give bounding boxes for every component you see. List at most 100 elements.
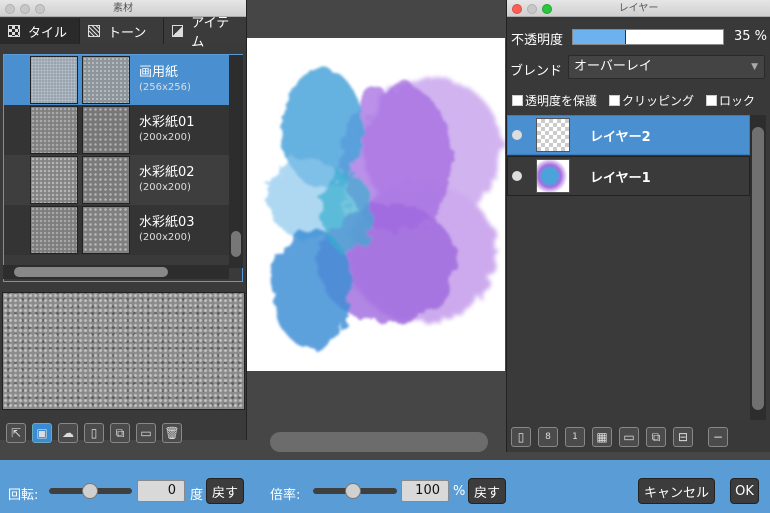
material-horizontal-scroll-thumb[interactable] <box>14 267 168 277</box>
opacity-value: 35 % <box>734 29 768 44</box>
protect-alpha-checkbox[interactable]: 透明度を保護 <box>512 92 597 109</box>
material-size: (200x200) <box>139 132 191 143</box>
rotation-input[interactable]: 0 <box>137 480 185 502</box>
new-layer-icon[interactable]: ▯ <box>511 427 531 447</box>
ok-button[interactable]: OK <box>730 478 759 504</box>
list-item[interactable]: 水彩紙01 (200x200) <box>4 105 242 155</box>
material-preview-thumbnail <box>82 156 130 204</box>
material-toolbar: ⇱ ▣ ☁ ▯ ⧉ ▭ 🗑 <box>0 418 247 448</box>
visibility-icon[interactable] <box>512 171 522 181</box>
blend-label: ブレンド <box>510 64 563 79</box>
cloud-upload-icon[interactable]: ☁ <box>58 423 78 443</box>
tone-icon <box>88 25 100 37</box>
material-preview-thumbnail <box>82 56 130 104</box>
close-icon[interactable] <box>5 4 15 14</box>
layer-options: 透明度を保護 クリッピング ロック <box>506 90 770 110</box>
layer-name: レイヤー2 <box>590 129 651 145</box>
material-thumbnail <box>30 206 78 254</box>
material-size: (256x256) <box>139 82 191 93</box>
tab-item[interactable]: アイテム <box>164 16 247 50</box>
transform-bar: 回転: 0 度 戻す 倍率: 100 % 戻す キャンセル OK <box>0 460 770 513</box>
material-name: 水彩紙03 <box>139 215 195 230</box>
tab-tone-label: トーン <box>108 25 147 41</box>
material-name: 水彩紙02 <box>139 165 195 180</box>
layer-thumbnail <box>536 159 570 193</box>
opacity-row: 不透明度 35 % <box>506 26 770 48</box>
material-tabs: タイル トーン アイテム <box>0 16 247 50</box>
material-thumbnail <box>30 56 78 104</box>
chevron-down-icon: ▼ <box>751 62 758 72</box>
layer-toolbar: ▯ 8 1 ▦ ▭ ⧉ ⊟ − <box>507 424 770 450</box>
layer-row[interactable]: レイヤー2 <box>507 115 750 155</box>
lock-label: ロック <box>719 93 756 108</box>
clipping-checkbox[interactable]: クリッピング <box>609 92 694 109</box>
material-vertical-scroll-thumb[interactable] <box>231 231 241 257</box>
layer-titlebar: レイヤー <box>507 0 770 17</box>
scale-input[interactable]: 100 <box>401 480 449 502</box>
zoom-icon[interactable] <box>542 4 552 14</box>
scale-label: 倍率: <box>270 488 301 503</box>
merge-layer-icon[interactable]: ⊟ <box>673 427 693 447</box>
blend-row: ブレンド オーバーレイ ▼ <box>506 54 770 80</box>
visibility-icon[interactable] <box>512 130 522 140</box>
layer-thumbnail <box>536 118 570 152</box>
list-item[interactable]: 水彩紙02 (200x200) <box>4 155 242 205</box>
layer-folder-icon[interactable]: ▭ <box>619 427 639 447</box>
new-1bit-layer-icon[interactable]: 1 <box>565 427 585 447</box>
layer-list: レイヤー2 レイヤー1 <box>507 115 750 420</box>
scale-slider-knob[interactable] <box>345 483 361 499</box>
minimize-icon[interactable] <box>20 4 30 14</box>
clipping-label: クリッピング <box>622 93 695 108</box>
new-file-icon[interactable]: ▯ <box>84 423 104 443</box>
zoom-icon[interactable] <box>35 4 45 14</box>
material-title: 素材 <box>113 3 133 14</box>
rotation-reset-button[interactable]: 戻す <box>206 478 244 504</box>
list-item[interactable]: 水彩紙03 (200x200) <box>4 205 242 255</box>
blend-value: オーバーレイ <box>574 59 652 74</box>
trash-icon[interactable]: 🗑 <box>162 423 182 443</box>
drawing-canvas[interactable] <box>247 38 505 371</box>
delete-layer-icon[interactable]: − <box>708 427 728 447</box>
cancel-button[interactable]: キャンセル <box>638 478 715 504</box>
tab-tone[interactable]: トーン <box>80 18 164 44</box>
canvas-horizontal-scrollbar[interactable] <box>270 432 488 452</box>
material-thumbnail <box>30 156 78 204</box>
material-preview-thumbnail <box>82 106 130 154</box>
tab-item-label: アイテム <box>191 16 230 50</box>
layer-vertical-scroll-thumb[interactable] <box>752 127 764 410</box>
tone-layer-icon[interactable]: ▦ <box>592 427 612 447</box>
material-size: (200x200) <box>139 232 191 243</box>
material-name: 水彩紙01 <box>139 115 195 130</box>
list-item[interactable]: 画用紙 (256x256) <box>4 55 242 105</box>
material-preview-thumbnail <box>82 206 130 254</box>
rotation-label: 回転: <box>8 488 39 503</box>
item-icon <box>172 25 184 37</box>
scale-reset-button[interactable]: 戻す <box>468 478 506 504</box>
material-list: 画用紙 (256x256) 水彩紙01 (200x200) 水彩紙02 (200x20… <box>3 54 243 282</box>
lock-checkbox[interactable]: ロック <box>706 92 755 109</box>
blend-select[interactable]: オーバーレイ ▼ <box>568 55 765 79</box>
material-name: 画用紙 <box>139 65 179 80</box>
import-icon[interactable]: ⇱ <box>6 423 26 443</box>
new-8bit-layer-icon[interactable]: 8 <box>538 427 558 447</box>
duplicate-layer-icon[interactable]: ⧉ <box>646 427 666 447</box>
tab-tile-label: タイル <box>28 25 68 41</box>
tab-tile[interactable]: タイル <box>0 18 80 44</box>
tile-icon <box>8 25 20 37</box>
minimize-icon[interactable] <box>527 4 537 14</box>
opacity-slider[interactable] <box>572 29 724 45</box>
watercolor-artwork <box>267 68 502 348</box>
opacity-label: 不透明度 <box>511 33 564 48</box>
tile-apply-icon[interactable]: ▣ <box>32 423 52 443</box>
material-size: (200x200) <box>139 182 191 193</box>
material-thumbnail <box>30 106 78 154</box>
duplicate-icon[interactable]: ⧉ <box>110 423 130 443</box>
folder-icon[interactable]: ▭ <box>136 423 156 443</box>
protect-alpha-label: 透明度を保護 <box>525 93 598 108</box>
rotation-slider-knob[interactable] <box>82 483 98 499</box>
material-texture-preview <box>2 292 245 410</box>
layer-row[interactable]: レイヤー1 <box>507 156 750 196</box>
rotation-unit: 度 <box>190 488 204 503</box>
close-icon[interactable] <box>512 4 522 14</box>
layer-title: レイヤー <box>618 3 659 14</box>
